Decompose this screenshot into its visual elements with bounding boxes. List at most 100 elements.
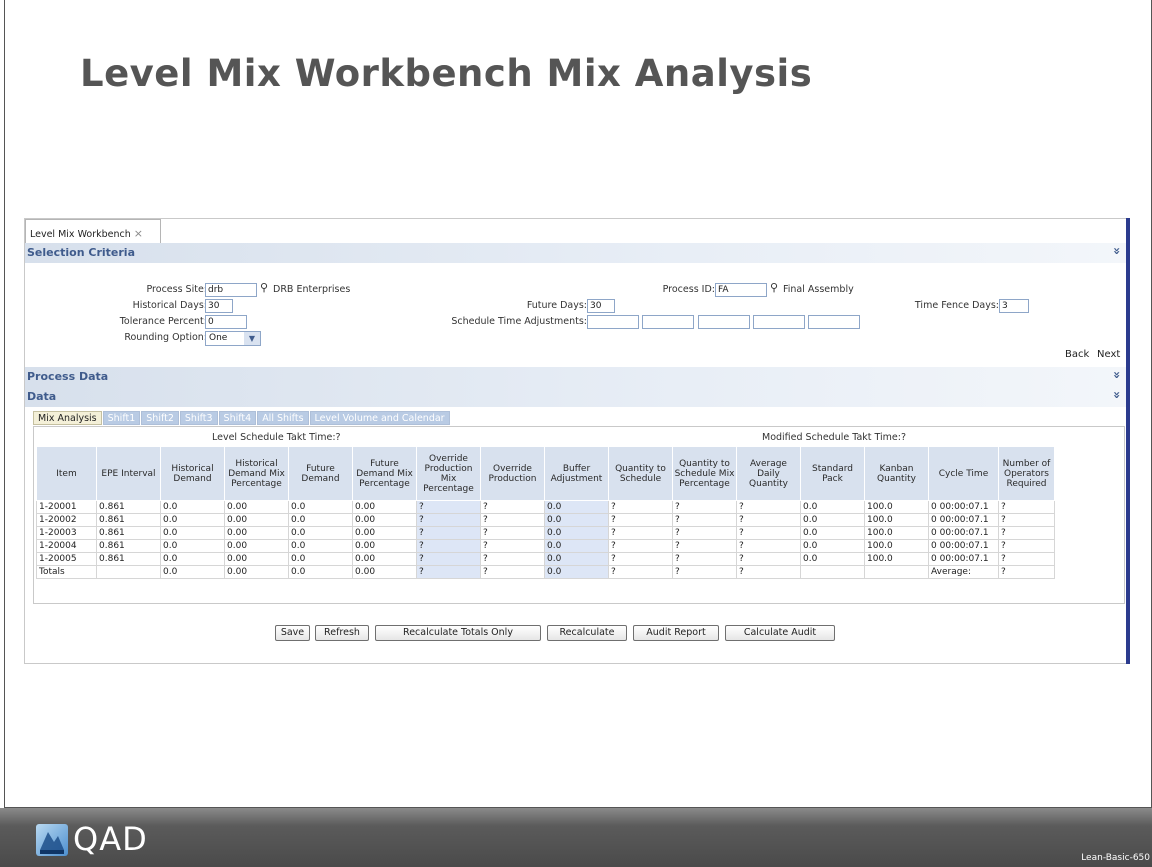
column-header[interactable]: Quantity to Schedule (608, 446, 673, 501)
mix-analysis-grid: Item EPE Interval Historical Demand Histori… (36, 446, 1055, 579)
schedule-time-adjustment-field-5[interactable] (808, 315, 860, 329)
table-cell: 0.0 (800, 526, 865, 540)
tab-shift3[interactable]: Shift3 (179, 411, 218, 425)
table-cell: 0.00 (224, 552, 289, 566)
table-cell[interactable]: 0.0 (544, 552, 609, 566)
table-cell (96, 565, 161, 579)
audit-report-button[interactable]: Audit Report (633, 625, 719, 641)
refresh-button[interactable]: Refresh (315, 625, 369, 641)
table-cell[interactable]: 0.0 (544, 539, 609, 553)
table-cell[interactable]: 0.0 (544, 513, 609, 527)
column-header[interactable]: Number of Operators Required (998, 446, 1055, 501)
chevron-down-icon: ▼ (244, 332, 260, 345)
column-header[interactable]: Future Demand Mix Percentage (352, 446, 417, 501)
column-header[interactable]: Buffer Adjustment (544, 446, 609, 501)
table-cell: 1-20004 (36, 539, 97, 553)
table-cell[interactable]: 0.0 (544, 500, 609, 514)
table-cell: 0.861 (96, 500, 161, 514)
column-header[interactable]: Future Demand (288, 446, 353, 501)
column-header[interactable]: Historical Demand (160, 446, 225, 501)
table-cell: 0.00 (224, 513, 289, 527)
table-cell[interactable]: 0.0 (544, 565, 609, 579)
table-cell[interactable]: ? (416, 539, 481, 553)
table-cell[interactable]: ? (416, 526, 481, 540)
slide-title: Level Mix Workbench Mix Analysis (80, 52, 813, 95)
column-header[interactable]: Override Production Mix Percentage (416, 446, 481, 501)
table-cell[interactable]: ? (416, 552, 481, 566)
column-header[interactable]: Cycle Time (928, 446, 999, 501)
table-cell: ? (998, 513, 1055, 527)
table-cell: ? (736, 526, 801, 540)
back-link[interactable]: Back (1065, 349, 1089, 360)
table-cell[interactable]: ? (416, 513, 481, 527)
table-cell: 0.0 (288, 539, 353, 553)
table-cell: 0 00:00:07.1 (928, 513, 999, 527)
data-tabs: Mix Analysis Shift1 Shift2 Shift3 Shift4 All … (33, 411, 451, 425)
table-cell: ? (480, 513, 545, 527)
table-cell: 1-20002 (36, 513, 97, 527)
close-icon[interactable]: × (134, 227, 143, 240)
level-mix-workbench-window: Level Mix Workbench × Selection Criteria … (24, 218, 1130, 664)
future-days-label: Future Days: (526, 300, 587, 311)
table-cell[interactable]: 0.0 (544, 526, 609, 540)
table-cell: ? (998, 526, 1055, 540)
lookup-icon[interactable]: ⚲ (770, 281, 778, 294)
selection-criteria-header[interactable]: Selection Criteria » (25, 243, 1127, 263)
table-cell: 0.00 (224, 500, 289, 514)
historical-days-field[interactable]: 30 (205, 299, 233, 313)
column-header[interactable]: Standard Pack (800, 446, 865, 501)
table-cell[interactable]: ? (416, 565, 481, 579)
collapse-icon[interactable]: » (1110, 371, 1124, 379)
save-button[interactable]: Save (275, 625, 310, 641)
table-cell: ? (480, 552, 545, 566)
tab-shift4[interactable]: Shift4 (218, 411, 257, 425)
column-header[interactable]: Override Production (480, 446, 545, 501)
table-cell: 1-20001 (36, 500, 97, 514)
lookup-icon[interactable]: ⚲ (260, 281, 268, 294)
tab-mix-analysis[interactable]: Mix Analysis (33, 411, 102, 425)
schedule-time-adjustment-field-1[interactable] (587, 315, 639, 329)
process-data-header[interactable]: Process Data » (25, 367, 1127, 387)
collapse-icon[interactable]: » (1110, 391, 1124, 399)
table-cell: ? (608, 552, 673, 566)
column-header[interactable]: Kanban Quantity (864, 446, 929, 501)
data-header[interactable]: Data » (25, 387, 1127, 407)
tab-level-mix-workbench[interactable]: Level Mix Workbench × (25, 219, 161, 243)
recalculate-button[interactable]: Recalculate (547, 625, 627, 641)
table-cell: 100.0 (864, 513, 929, 527)
next-link[interactable]: Next (1097, 349, 1120, 360)
tab-shift2[interactable]: Shift2 (141, 411, 179, 425)
tab-level-volume-and-calendar[interactable]: Level Volume and Calendar (309, 411, 450, 425)
recalculate-totals-only-button[interactable]: Recalculate Totals Only (375, 625, 541, 641)
tab-all-shifts[interactable]: All Shifts (257, 411, 309, 425)
table-row: 1-20004 0.861 0.0 0.00 0.0 0.00?? 0.0??? 0.0 100… (36, 539, 1055, 553)
table-cell: 0 00:00:07.1 (928, 500, 999, 514)
table-cell: 0.0 (800, 539, 865, 553)
calculate-audit-button[interactable]: Calculate Audit (725, 625, 835, 641)
table-row: 1-20002 0.861 0.0 0.00 0.0 0.00?? 0.0??? 0.0 100… (36, 513, 1055, 527)
column-header[interactable]: Item (36, 446, 97, 501)
table-cell[interactable]: ? (416, 500, 481, 514)
column-header[interactable]: Average Daily Quantity (736, 446, 801, 501)
schedule-time-adjustment-field-4[interactable] (753, 315, 805, 329)
column-header[interactable]: Quantity to Schedule Mix Percentage (672, 446, 737, 501)
tolerance-percent-field[interactable]: 0 (205, 315, 247, 329)
table-cell: ? (480, 539, 545, 553)
rounding-option-select[interactable]: One ▼ (205, 331, 261, 346)
schedule-time-adjustment-field-2[interactable] (642, 315, 694, 329)
table-cell: 0.861 (96, 526, 161, 540)
table-cell: 0.0 (160, 539, 225, 553)
table-cell: ? (736, 552, 801, 566)
schedule-time-adjustment-field-3[interactable] (698, 315, 750, 329)
column-header[interactable]: EPE Interval (96, 446, 161, 501)
table-cell: ? (736, 565, 801, 579)
table-cell: 0.00 (224, 526, 289, 540)
tab-shift1[interactable]: Shift1 (102, 411, 141, 425)
time-fence-days-field[interactable]: 3 (999, 299, 1029, 313)
column-header[interactable]: Historical Demand Mix Percentage (224, 446, 289, 501)
collapse-icon[interactable]: » (1110, 247, 1124, 255)
table-cell: ? (998, 539, 1055, 553)
process-id-field[interactable]: FA (715, 283, 767, 297)
future-days-field[interactable]: 30 (587, 299, 615, 313)
process-site-field[interactable]: drb (205, 283, 257, 297)
